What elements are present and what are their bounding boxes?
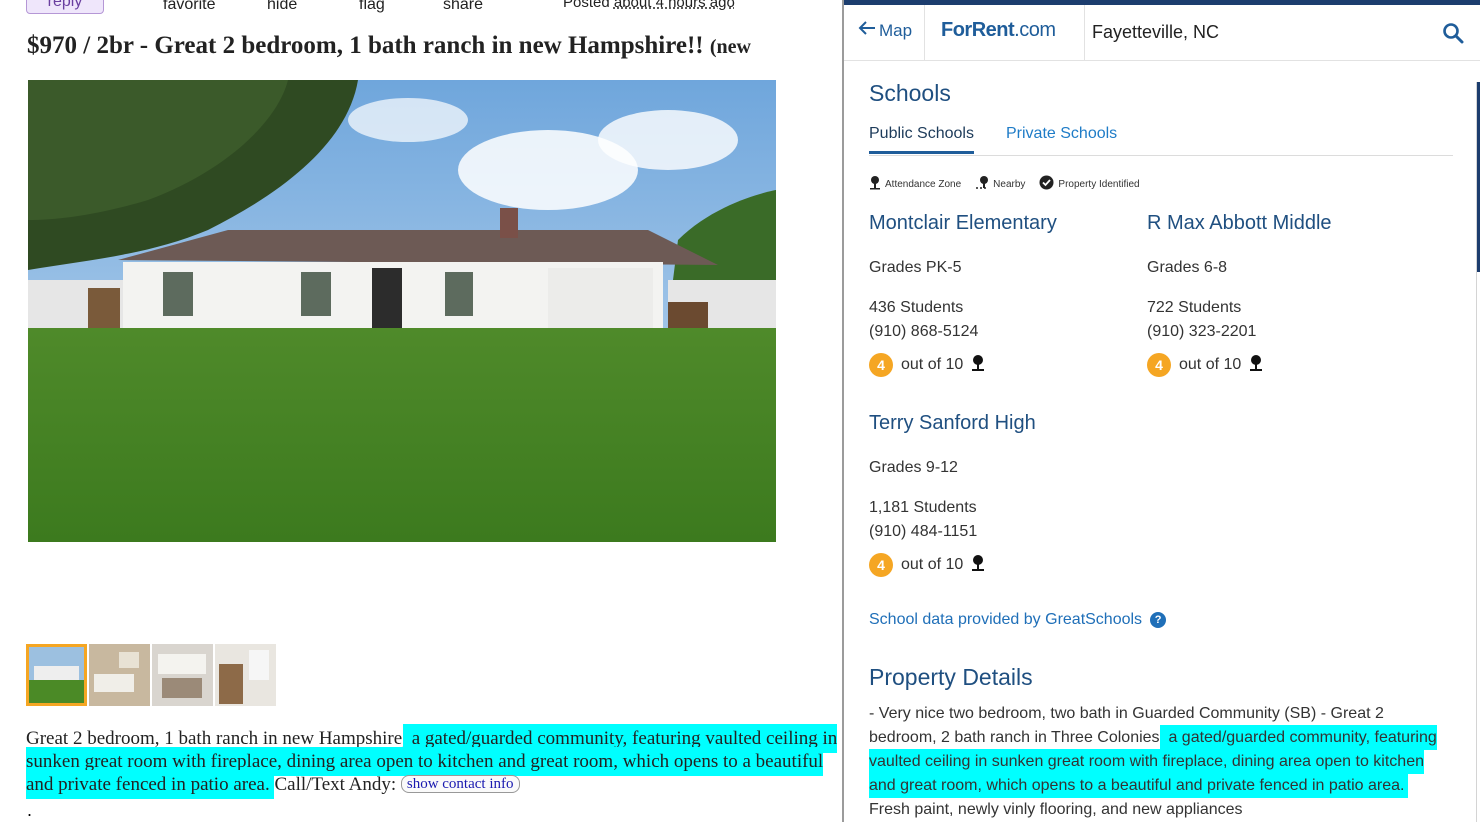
school-phone: (910) 868-5124 <box>869 323 979 340</box>
school-grades: Grades 6-8 <box>1147 259 1228 276</box>
rating-scale: out of 10 <box>901 356 964 373</box>
arrow-left-icon <box>858 20 876 41</box>
forrent-logo[interactable]: ForRent.com <box>941 19 1056 42</box>
rating-badge: 4 <box>1147 353 1171 377</box>
posted-ago: about 4 hours ago <box>613 0 735 11</box>
thumbnail-1[interactable] <box>26 644 87 706</box>
property-description: - Very nice two bedroom, two bath in Gua… <box>869 702 1454 822</box>
description-extra-text: Fresh paint, newly vinly flooring, and n… <box>869 801 1243 818</box>
rating-badge: 4 <box>869 353 893 377</box>
posting-location: (new <box>709 36 751 58</box>
school-rating: 4 out of 10 <box>1147 353 1263 377</box>
legend-property-identified: Property Identified <box>1039 175 1140 193</box>
school-grades: Grades 9-12 <box>869 459 958 476</box>
header-divider <box>924 5 925 61</box>
posted-prefix: Posted <box>563 0 610 11</box>
schools-heading: Schools <box>869 80 951 106</box>
posted-date: Posted about 4 hours ago <box>563 0 735 11</box>
thumbnail-3[interactable] <box>152 644 213 706</box>
pin-icon <box>869 175 881 193</box>
school-rating: 4 out of 10 <box>869 553 985 577</box>
legend-attendance-zone: Attendance Zone <box>869 175 961 193</box>
posting-title: $970 / 2br - Great 2 bedroom, 1 bath ran… <box>27 32 751 60</box>
logo-suffix: .com <box>1014 19 1056 41</box>
property-details-heading: Property Details <box>869 664 1033 690</box>
property-check-icon <box>1039 175 1054 193</box>
schools-tabs: Public Schools Private Schools <box>869 124 1453 156</box>
school-name[interactable]: R Max Abbott Middle <box>1147 212 1407 235</box>
search-icon[interactable] <box>1442 22 1464 49</box>
thumbnail-4[interactable] <box>215 644 276 706</box>
greatschools-link[interactable]: School data provided by GreatSchools ? <box>869 611 1167 629</box>
help-icon[interactable]: ? <box>1150 612 1167 628</box>
legend-nearby: Nearby <box>975 175 1025 193</box>
trailing-text: . <box>27 800 33 820</box>
attendance-pin-icon <box>971 554 985 577</box>
tab-private-schools[interactable]: Private Schools <box>1006 125 1117 143</box>
legend-label: Nearby <box>993 178 1026 190</box>
header-divider <box>1084 5 1085 61</box>
attendance-pin-icon <box>971 354 985 377</box>
greatschools-link-text: School data provided by GreatSchools <box>869 611 1143 628</box>
craigslist-posting: reply favorite hide flag share Posted ab… <box>0 0 842 822</box>
logo-main: ForRent <box>941 19 1015 41</box>
photo-thumbnails <box>26 644 276 706</box>
header: Map ForRent.com Fayetteville, NC <box>844 5 1480 61</box>
posting-body: Great 2 bedroom, 1 bath ranch in new Ham… <box>26 727 842 796</box>
hide-link[interactable]: hide <box>267 0 297 14</box>
school-name[interactable]: Montclair Elementary <box>869 212 1129 235</box>
body-call-text: Call/Text Andy: <box>269 774 397 795</box>
attendance-pin-icon <box>1249 354 1263 377</box>
tab-public-schools[interactable]: Public Schools <box>869 125 974 154</box>
school-card: Montclair Elementary Grades PK-5 436 Stu… <box>869 212 1129 377</box>
posting-title-text: $970 / 2br - Great 2 bedroom, 1 bath ran… <box>27 32 704 59</box>
school-card: Terry Sanford High Grades 9-12 1,181 Stu… <box>869 412 1129 577</box>
school-students: 1,181 Students <box>869 499 977 516</box>
rating-scale: out of 10 <box>901 556 964 573</box>
share-link[interactable]: share <box>443 0 483 14</box>
school-card: R Max Abbott Middle Grades 6-8 722 Stude… <box>1147 212 1407 377</box>
legend-label: Attendance Zone <box>885 178 962 190</box>
school-students: 436 Students <box>869 299 964 316</box>
nearby-pin-icon <box>975 175 989 193</box>
school-name[interactable]: Terry Sanford High <box>869 412 1129 435</box>
main-photo[interactable] <box>28 80 776 542</box>
favorite-link[interactable]: favorite <box>163 0 215 14</box>
house-photo <box>28 80 776 542</box>
rating-scale: out of 10 <box>1179 356 1242 373</box>
body-text: Great 2 bedroom, 1 bath ranch in new Ham… <box>26 728 407 749</box>
legend-label: Property Identified <box>1058 178 1140 190</box>
rating-badge: 4 <box>869 553 893 577</box>
forrent-panel: Map ForRent.com Fayetteville, NC Schools… <box>842 0 1480 822</box>
school-students: 722 Students <box>1147 299 1242 316</box>
back-to-map-button[interactable]: Map <box>858 20 912 41</box>
school-phone: (910) 484-1151 <box>869 523 978 540</box>
scrollbar[interactable] <box>1476 82 1480 822</box>
schools-legend: Attendance Zone Nearby Property Identifi… <box>869 175 1140 193</box>
reply-button[interactable]: reply <box>26 0 104 14</box>
back-label: Map <box>879 20 913 40</box>
school-rating: 4 out of 10 <box>869 353 985 377</box>
school-phone: (910) 323-2201 <box>1147 323 1257 340</box>
thumbnail-2[interactable] <box>89 644 150 706</box>
show-contact-info-button[interactable]: show contact info <box>400 775 520 793</box>
flag-link[interactable]: flag <box>359 0 385 14</box>
location-search-input[interactable]: Fayetteville, NC <box>1092 22 1219 43</box>
school-grades: Grades PK-5 <box>869 259 962 276</box>
